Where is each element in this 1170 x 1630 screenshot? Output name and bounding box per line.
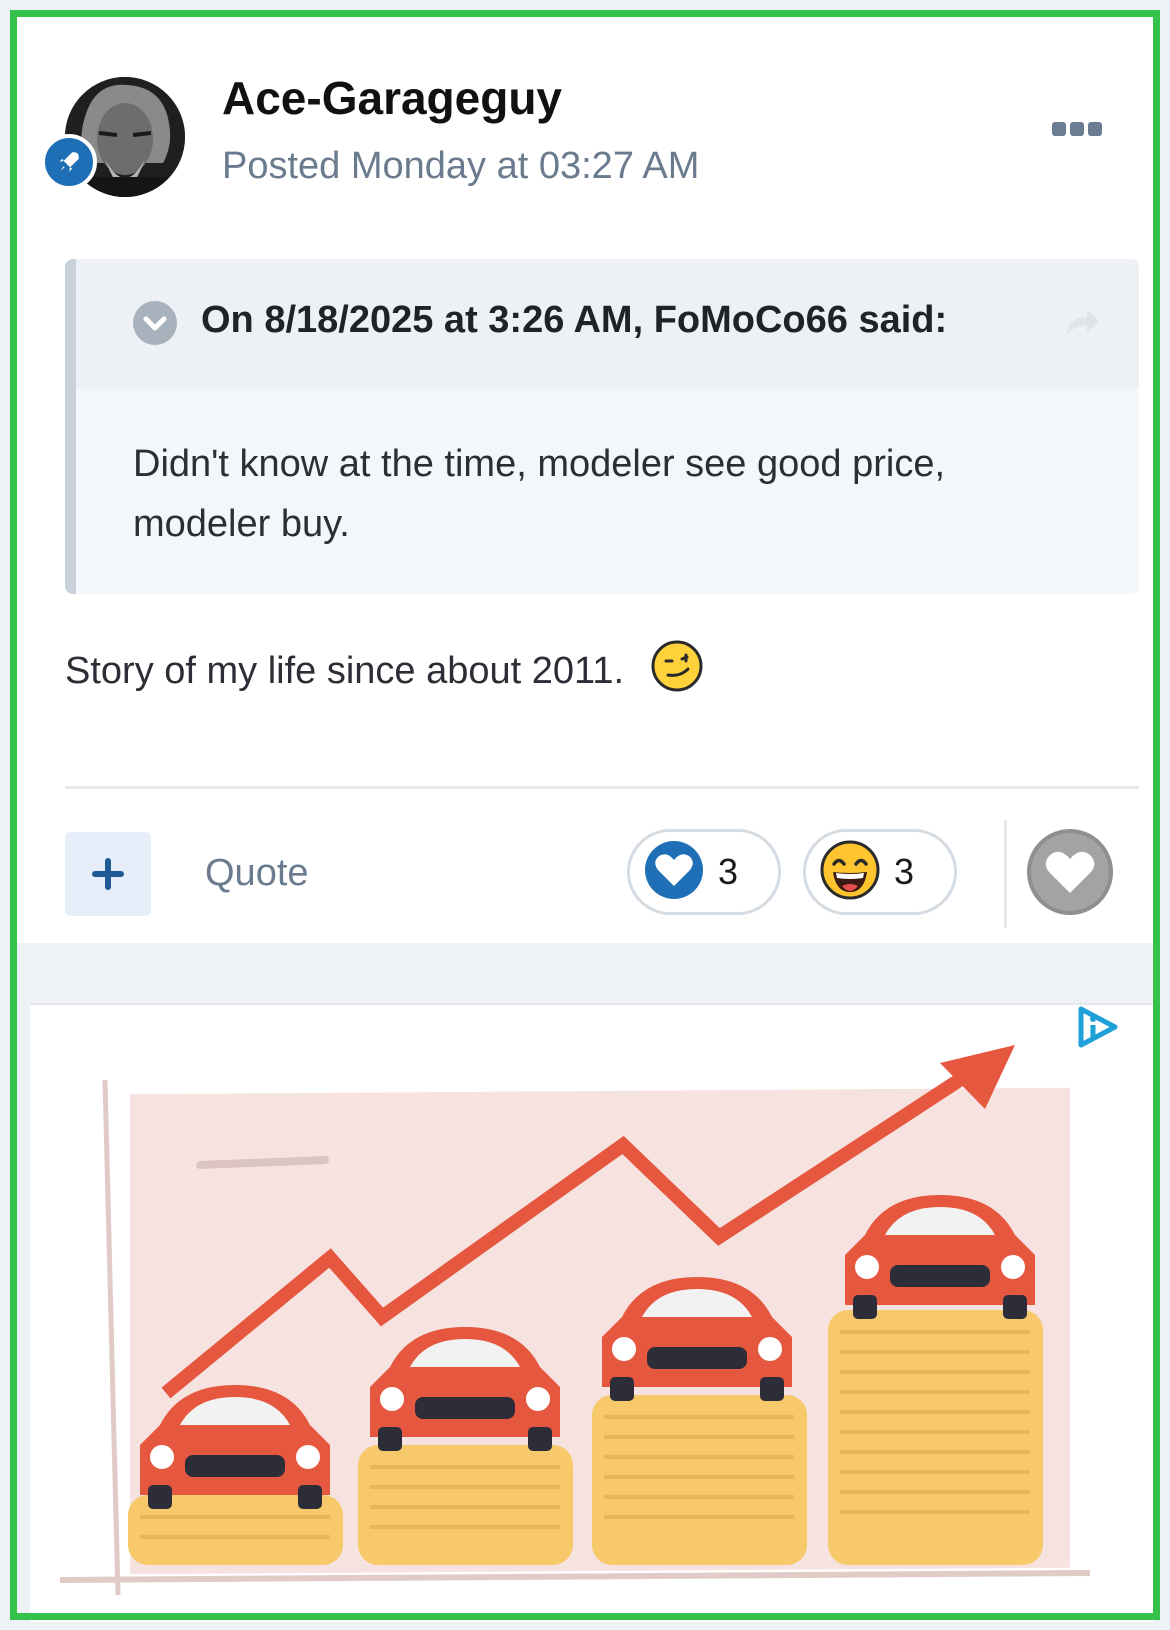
share-arrow-icon[interactable]: [1061, 303, 1101, 339]
forum-post: Ace-Garageguy Posted Monday at 03:27 AM …: [17, 17, 1153, 943]
heart-outline-icon: [1045, 851, 1095, 893]
quote-block: On 8/18/2025 at 3:26 AM, FoMoCo66 said: …: [65, 259, 1139, 594]
plus-icon: [92, 858, 124, 890]
smirk-emoji-icon: [650, 639, 704, 703]
react-button[interactable]: [1027, 829, 1113, 915]
divider: [1004, 820, 1007, 928]
author-name[interactable]: Ace-Garageguy: [222, 71, 562, 125]
heart-reaction-icon: [644, 840, 704, 905]
post-timestamp[interactable]: Posted Monday at 03:27 AM: [222, 145, 699, 188]
chevron-down-icon[interactable]: [133, 301, 177, 345]
quote-citation[interactable]: On 8/18/2025 at 3:26 AM, FoMoCo66 said:: [201, 299, 947, 342]
divider: [65, 786, 1139, 789]
laugh-reaction-icon: [820, 840, 880, 905]
more-options-icon[interactable]: [1052, 117, 1104, 141]
rocket-badge-icon: [41, 134, 97, 190]
advertisement-image[interactable]: [30, 1003, 1154, 1622]
post-text: Story of my life since about 2011.: [65, 649, 625, 692]
multiquote-button[interactable]: [65, 832, 151, 916]
adchoices-icon[interactable]: [1075, 1005, 1121, 1049]
reaction-count: 3: [718, 851, 739, 892]
quote-text: Didn't know at the time, modeler see goo…: [133, 443, 946, 545]
quote-button[interactable]: Quote: [205, 852, 309, 895]
post-content: Story of my life since about 2011.: [65, 639, 704, 703]
reaction-laugh[interactable]: 3: [803, 829, 957, 915]
quote-header: On 8/18/2025 at 3:26 AM, FoMoCo66 said:: [76, 259, 1139, 389]
reaction-heart[interactable]: 3: [627, 829, 781, 915]
reaction-count: 3: [894, 851, 915, 892]
